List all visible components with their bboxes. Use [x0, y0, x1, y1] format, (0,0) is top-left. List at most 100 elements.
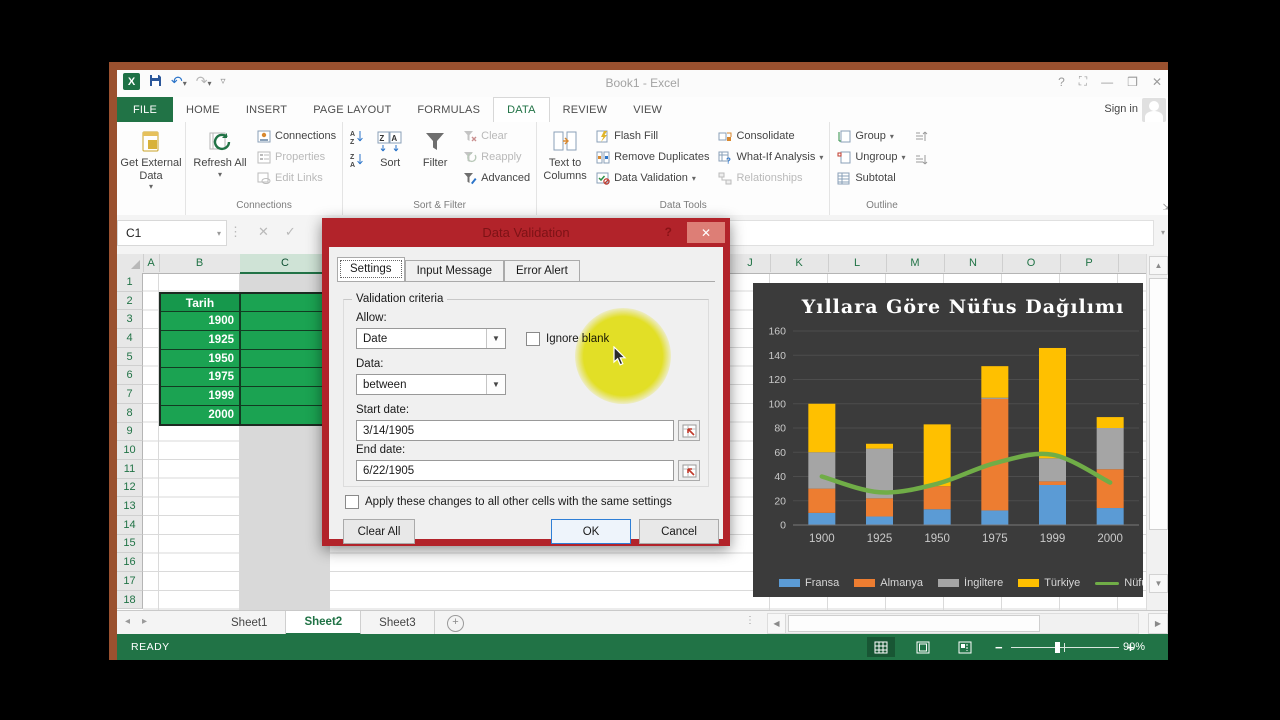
row-header-4[interactable]: 4	[117, 329, 143, 348]
row-header-7[interactable]: 7	[117, 385, 143, 404]
scroll-right-icon[interactable]: ▶	[1148, 613, 1168, 634]
minimize-icon[interactable]: —	[1101, 75, 1113, 89]
sheet-tab-sheet2[interactable]: Sheet2	[286, 611, 362, 635]
tab-error-alert[interactable]: Error Alert	[504, 260, 580, 281]
row-header-11[interactable]: 11	[117, 459, 143, 479]
population-chart[interactable]: 0 20 40 60 80 100 120 140 160 1900 1925 1950 1975 199…	[753, 283, 1143, 597]
row-header-1[interactable]: 1	[117, 273, 143, 292]
next-sheet-icon[interactable]: ▸	[142, 616, 159, 627]
column-header-M[interactable]: M	[886, 254, 945, 272]
subtotal-button[interactable]: Subtotal	[836, 170, 905, 186]
ribbon-tab-file[interactable]: FILE	[117, 97, 174, 122]
cell-b4-year[interactable]	[241, 331, 332, 349]
ribbon-tab-insert[interactable]: INSERT	[233, 97, 300, 122]
column-header-B[interactable]: B	[159, 254, 241, 272]
dialog-help-icon[interactable]: ?	[665, 225, 672, 239]
new-sheet-button[interactable]: +	[447, 615, 464, 632]
end-date-input[interactable]: 6/22/1905	[356, 460, 674, 481]
row-header-6[interactable]: 6	[117, 366, 143, 386]
cell-b7-year[interactable]: 1999	[161, 387, 241, 405]
row-header-2[interactable]: 2	[117, 291, 143, 311]
row-header-10[interactable]: 10	[117, 441, 143, 460]
reapply-filter-button[interactable]: Reapply	[462, 149, 530, 165]
page-layout-view-icon[interactable]	[909, 637, 937, 657]
cell-b2-tarih[interactable]: Tarih	[161, 293, 241, 312]
dialog-close-icon[interactable]: ✕	[687, 222, 725, 243]
cancel-entry-icon[interactable]: ✕	[258, 224, 269, 240]
sheet-tab-sheet3[interactable]: Sheet3	[361, 611, 435, 635]
data-dropdown-caret-icon[interactable]: ▼	[486, 375, 505, 394]
ribbon-tab-page-layout[interactable]: PAGE LAYOUT	[300, 97, 404, 122]
column-header-K[interactable]: K	[770, 254, 829, 272]
ribbon-tab-formulas[interactable]: FORMULAS	[404, 97, 493, 122]
cell-b3-year[interactable]	[241, 312, 332, 331]
show-detail-icon[interactable]	[914, 130, 928, 148]
page-break-view-icon[interactable]	[951, 637, 979, 657]
row-header-18[interactable]: 18	[117, 590, 143, 610]
maximize-icon[interactable]: ❒	[1127, 75, 1138, 89]
cell-b5-year[interactable]: 1950	[161, 349, 241, 368]
row-header-14[interactable]: 14	[117, 515, 143, 535]
horizontal-scroll-thumb[interactable]	[788, 615, 1040, 632]
outline-dialog-launcher-icon[interactable]: ⇲	[1162, 202, 1168, 213]
apply-all-checkbox[interactable]	[345, 495, 359, 509]
column-header-A[interactable]: A	[143, 254, 160, 272]
ribbon-tab-review[interactable]: REVIEW	[550, 97, 621, 122]
cancel-button[interactable]: Cancel	[639, 519, 719, 544]
formula-bar-options-icon[interactable]: ⋮	[229, 224, 242, 240]
row-header-15[interactable]: 15	[117, 534, 143, 554]
select-all-corner[interactable]	[117, 254, 144, 272]
allow-dropdown[interactable]: Date ▼	[356, 328, 506, 349]
edit-links-button[interactable]: Edit Links	[256, 170, 336, 186]
vertical-scrollbar[interactable]: ▲ ▼	[1146, 254, 1168, 610]
expand-formula-bar-icon[interactable]: ▾	[1161, 228, 1165, 237]
column-header-O[interactable]: O	[1002, 254, 1061, 272]
cell-b3-year[interactable]: 1900	[161, 312, 241, 331]
remove-duplicates-button[interactable]: Remove Duplicates	[595, 149, 709, 165]
start-date-range-picker-icon[interactable]	[678, 420, 700, 441]
row-header-16[interactable]: 16	[117, 553, 143, 572]
row-header-17[interactable]: 17	[117, 572, 143, 591]
column-header-C[interactable]: C	[240, 254, 331, 274]
data-dropdown[interactable]: between ▼	[356, 374, 506, 395]
column-header-N[interactable]: N	[944, 254, 1003, 272]
zoom-out-icon[interactable]: −	[995, 640, 1003, 655]
clear-filter-button[interactable]: Clear	[462, 128, 530, 144]
row-header-12[interactable]: 12	[117, 478, 143, 498]
cell-b4-year[interactable]: 1925	[161, 331, 241, 349]
sort-descending-button[interactable]: ZA	[349, 151, 364, 167]
clear-all-button[interactable]: Clear All	[343, 519, 415, 544]
sort-ascending-button[interactable]: AZ	[349, 128, 364, 144]
ribbon-tab-home[interactable]: HOME	[173, 97, 233, 122]
user-avatar[interactable]	[1142, 98, 1166, 122]
column-header-J[interactable]: J	[730, 254, 771, 272]
data-validation-button[interactable]: Data Validation ▾	[595, 170, 709, 186]
help-icon[interactable]: ?	[1058, 75, 1065, 89]
cell-b7-year[interactable]	[241, 387, 332, 405]
cell-b6-year[interactable]: 1975	[161, 368, 241, 387]
zoom-level[interactable]: 90%	[1123, 641, 1145, 653]
ignore-blank-checkbox[interactable]	[526, 332, 540, 346]
what-if-analysis-button[interactable]: ? What-If Analysis ▾	[717, 149, 823, 165]
sign-in-link[interactable]: Sign in	[1104, 103, 1138, 115]
ribbon-tab-view[interactable]: VIEW	[620, 97, 675, 122]
start-date-input[interactable]: 3/14/1905	[356, 420, 674, 441]
cell-b5-year[interactable]	[241, 349, 332, 368]
data-range-tarih[interactable]: Tarih 1900 1925 1950 1975 1999 2000	[159, 291, 334, 426]
vertical-scroll-thumb[interactable]	[1149, 278, 1168, 530]
row-header-9[interactable]: 9	[117, 422, 143, 442]
scroll-down-icon[interactable]: ▼	[1149, 574, 1168, 593]
sort-button[interactable]: ZA Sort	[368, 125, 412, 170]
cell-b2-tarih[interactable]	[241, 293, 332, 312]
row-header-5[interactable]: 5	[117, 347, 143, 367]
column-header-L[interactable]: L	[828, 254, 887, 272]
ribbon-display-icon[interactable]: ⛶	[1079, 74, 1087, 89]
cell-b8-year[interactable]: 2000	[161, 405, 241, 424]
sheet-tab-sheet1[interactable]: Sheet1	[213, 611, 287, 635]
get-external-data-button[interactable]: Get External Data ▾	[119, 125, 183, 191]
data-validation-dialog[interactable]: Data Validation ? ✕ Settings Input Messa…	[322, 218, 730, 546]
confirm-entry-icon[interactable]: ✓	[285, 224, 296, 240]
prev-sheet-icon[interactable]: ◂	[125, 616, 142, 627]
tab-input-message[interactable]: Input Message	[404, 260, 504, 281]
ribbon-tab-data[interactable]: DATA	[493, 97, 550, 122]
